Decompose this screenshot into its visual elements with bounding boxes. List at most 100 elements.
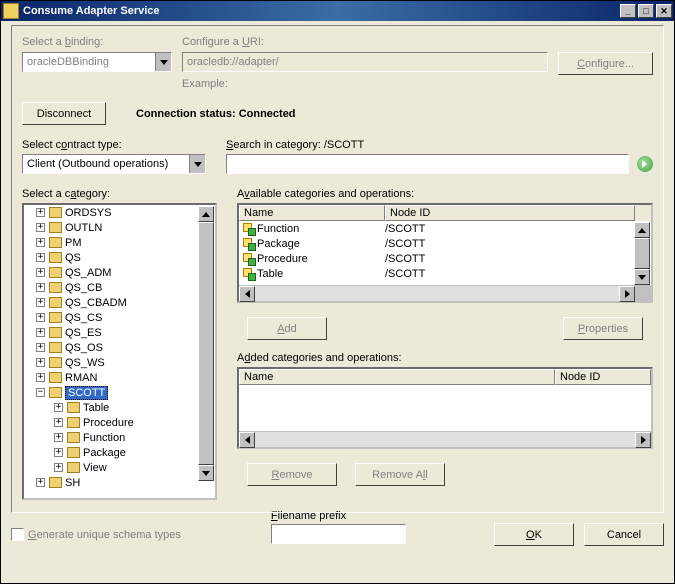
scroll-thumb[interactable] xyxy=(634,238,650,269)
tree-item[interactable]: +QS_OS xyxy=(24,340,215,355)
folder-icon xyxy=(67,417,80,428)
tree-item[interactable]: +Package xyxy=(24,445,215,460)
folder-icon xyxy=(49,207,62,218)
tree-item[interactable]: +RMAN xyxy=(24,370,215,385)
scroll-down-icon[interactable] xyxy=(198,465,214,481)
expander-icon[interactable]: + xyxy=(36,208,45,217)
ok-button[interactable]: OK xyxy=(494,523,574,546)
folder-icon xyxy=(49,282,62,293)
tree-item-label: QS_ES xyxy=(65,327,102,339)
disconnect-button[interactable]: Disconnect xyxy=(22,102,106,125)
contract-type-dropdown[interactable]: Client (Outbound operations) xyxy=(22,154,206,174)
go-icon[interactable] xyxy=(637,156,653,172)
scroll-left-icon[interactable] xyxy=(239,432,255,448)
close-icon[interactable]: ✕ xyxy=(656,4,672,18)
available-list[interactable]: Name Node ID Function/SCOTTPackage/SCOTT… xyxy=(237,203,653,303)
add-button[interactable]: Add xyxy=(247,317,327,340)
category-tree[interactable]: +ORDSYS+OUTLN+PM+QS+QS_ADM+QS_CB+QS_CBAD… xyxy=(22,203,217,500)
scroll-up-icon[interactable] xyxy=(634,222,650,238)
expander-icon[interactable]: + xyxy=(36,283,45,292)
binding-value: oracleDBBinding xyxy=(23,56,155,68)
connection-status: Connection status: Connected xyxy=(136,108,296,120)
folder-icon xyxy=(49,342,62,353)
category-icon xyxy=(241,237,255,250)
col-nodeid[interactable]: Node ID xyxy=(385,205,635,221)
expander-icon[interactable]: + xyxy=(54,403,63,412)
folder-icon xyxy=(49,222,62,233)
search-label: Search in category: /SCOTT xyxy=(226,139,653,151)
row-nodeid: /SCOTT xyxy=(385,268,425,280)
search-input[interactable] xyxy=(226,154,629,174)
folder-icon xyxy=(49,387,62,398)
expander-icon[interactable]: + xyxy=(54,418,63,427)
tree-item[interactable]: + OUTLN xyxy=(24,220,215,235)
filename-prefix-input[interactable] xyxy=(271,524,406,544)
maximize-icon[interactable]: □ xyxy=(638,4,654,18)
expander-icon[interactable]: + xyxy=(36,343,45,352)
tree-item-label: SCOTT xyxy=(65,386,108,400)
expander-icon[interactable]: + xyxy=(36,268,45,277)
tree-item-label: SH xyxy=(65,477,80,489)
scroll-right-icon[interactable] xyxy=(619,286,635,302)
tree-item[interactable]: +QS_CS xyxy=(24,310,215,325)
scroll-thumb[interactable] xyxy=(198,222,214,465)
list-item[interactable]: Package/SCOTT xyxy=(239,236,651,251)
col-name[interactable]: Name xyxy=(239,205,385,221)
category-tree-label: Select a category: xyxy=(22,188,217,200)
expander-icon[interactable]: + xyxy=(36,328,45,337)
tree-item[interactable]: +QS xyxy=(24,250,215,265)
expander-icon[interactable]: + xyxy=(36,298,45,307)
expander-icon[interactable]: + xyxy=(54,448,63,457)
scroll-up-icon[interactable] xyxy=(198,206,214,222)
remove-button[interactable]: Remove xyxy=(247,463,337,486)
list-item[interactable]: Table/SCOTT xyxy=(239,266,651,281)
tree-item[interactable]: + QS_CBADM xyxy=(24,295,215,310)
tree-item[interactable]: +Table xyxy=(24,400,215,415)
expander-icon[interactable]: + xyxy=(54,433,63,442)
tree-item[interactable]: + SH xyxy=(24,475,215,490)
expander-icon[interactable]: − xyxy=(36,388,45,397)
tree-item[interactable]: +QS_ADM xyxy=(24,265,215,280)
expander-icon[interactable]: + xyxy=(36,253,45,262)
cancel-button[interactable]: Cancel xyxy=(584,523,664,546)
tree-item[interactable]: +Function xyxy=(24,430,215,445)
folder-icon xyxy=(67,402,80,413)
expander-icon[interactable]: + xyxy=(54,463,63,472)
tree-item-label: OUTLN xyxy=(65,222,102,234)
expander-icon[interactable]: + xyxy=(36,238,45,247)
tree-item[interactable]: +View xyxy=(24,460,215,475)
added-list[interactable]: Name Node ID xyxy=(237,367,653,449)
list-item[interactable]: Function/SCOTT xyxy=(239,221,651,236)
expander-icon[interactable]: + xyxy=(36,223,45,232)
tree-item[interactable]: − SCOTT xyxy=(24,385,215,400)
tree-item[interactable]: + QS_ES xyxy=(24,325,215,340)
remove-all-button[interactable]: Remove All xyxy=(355,463,445,486)
titlebar[interactable]: Consume Adapter Service _ □ ✕ xyxy=(1,1,674,21)
col-name[interactable]: Name xyxy=(239,369,555,385)
scroll-right-icon[interactable] xyxy=(635,432,651,448)
category-icon xyxy=(241,222,255,235)
tree-item[interactable]: +QS_CB xyxy=(24,280,215,295)
expander-icon[interactable]: + xyxy=(36,313,45,322)
tree-item[interactable]: +PM xyxy=(24,235,215,250)
expander-icon[interactable]: + xyxy=(36,358,45,367)
generate-unique-checkbox[interactable] xyxy=(11,528,24,541)
tree-item[interactable]: +QS_WS xyxy=(24,355,215,370)
category-icon xyxy=(241,267,255,280)
col-nodeid[interactable]: Node ID xyxy=(555,369,651,385)
chevron-down-icon xyxy=(155,53,171,71)
expander-icon[interactable]: + xyxy=(36,373,45,382)
example-label: Example: xyxy=(182,78,548,90)
scroll-down-icon[interactable] xyxy=(634,269,650,285)
list-item[interactable]: Procedure/SCOTT xyxy=(239,251,651,266)
chevron-down-icon[interactable] xyxy=(189,155,205,173)
expander-icon[interactable]: + xyxy=(36,478,45,487)
scroll-left-icon[interactable] xyxy=(239,286,255,302)
tree-item[interactable]: +Procedure xyxy=(24,415,215,430)
configure-button[interactable]: Configure... xyxy=(558,52,653,75)
minimize-icon[interactable]: _ xyxy=(620,4,636,18)
tree-item[interactable]: +ORDSYS xyxy=(24,205,215,220)
folder-icon xyxy=(49,267,62,278)
tree-item-label: QS_CBADM xyxy=(65,297,127,309)
properties-button[interactable]: Properties xyxy=(563,317,643,340)
